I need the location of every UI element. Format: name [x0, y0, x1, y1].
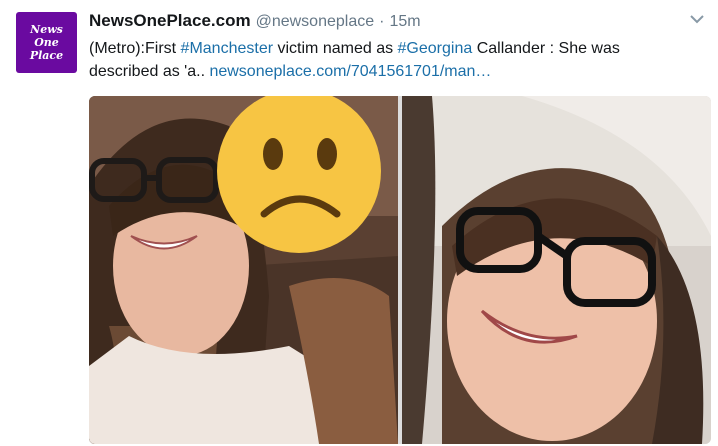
text-segment: (Metro):First	[89, 40, 181, 57]
photo-right[interactable]	[402, 96, 711, 444]
tweet-text-line: (Metro):First #Manchester victim named a…	[89, 37, 689, 60]
hashtag-link[interactable]: #Manchester	[181, 40, 274, 57]
tweet-text: (Metro):First #Manchester victim named a…	[89, 37, 689, 83]
display-name[interactable]: NewsOnePlace.com	[89, 11, 251, 31]
text-segment: Callander : She was	[472, 40, 620, 57]
tweet-header: NewsOnePlace.com @newsoneplace · 15m	[89, 11, 421, 33]
text-segment: victim named as	[273, 40, 398, 57]
url-link[interactable]: newsoneplace.com/7041561701/man…	[209, 63, 491, 80]
avatar-text-line: One	[34, 36, 59, 49]
avatar-text-line: Place	[29, 49, 64, 62]
text-segment: described as 'a..	[89, 63, 210, 80]
media-grid	[89, 96, 711, 444]
chevron-down-icon[interactable]	[690, 14, 704, 24]
user-handle[interactable]: @newsoneplace	[256, 13, 375, 31]
photo-left-image	[89, 96, 398, 444]
separator: ·	[379, 13, 385, 30]
avatar[interactable]: News One Place	[16, 12, 77, 73]
photo-left[interactable]	[89, 96, 398, 444]
tweet-text-line: described as 'a.. newsoneplace.com/70415…	[89, 60, 689, 83]
photo-right-image	[402, 96, 711, 444]
avatar-text-line: News	[30, 23, 63, 36]
hashtag-link[interactable]: #Georgina	[398, 40, 473, 57]
timestamp[interactable]: 15m	[389, 13, 420, 31]
tweet: News One Place NewsOnePlace.com @newsone…	[0, 0, 718, 446]
